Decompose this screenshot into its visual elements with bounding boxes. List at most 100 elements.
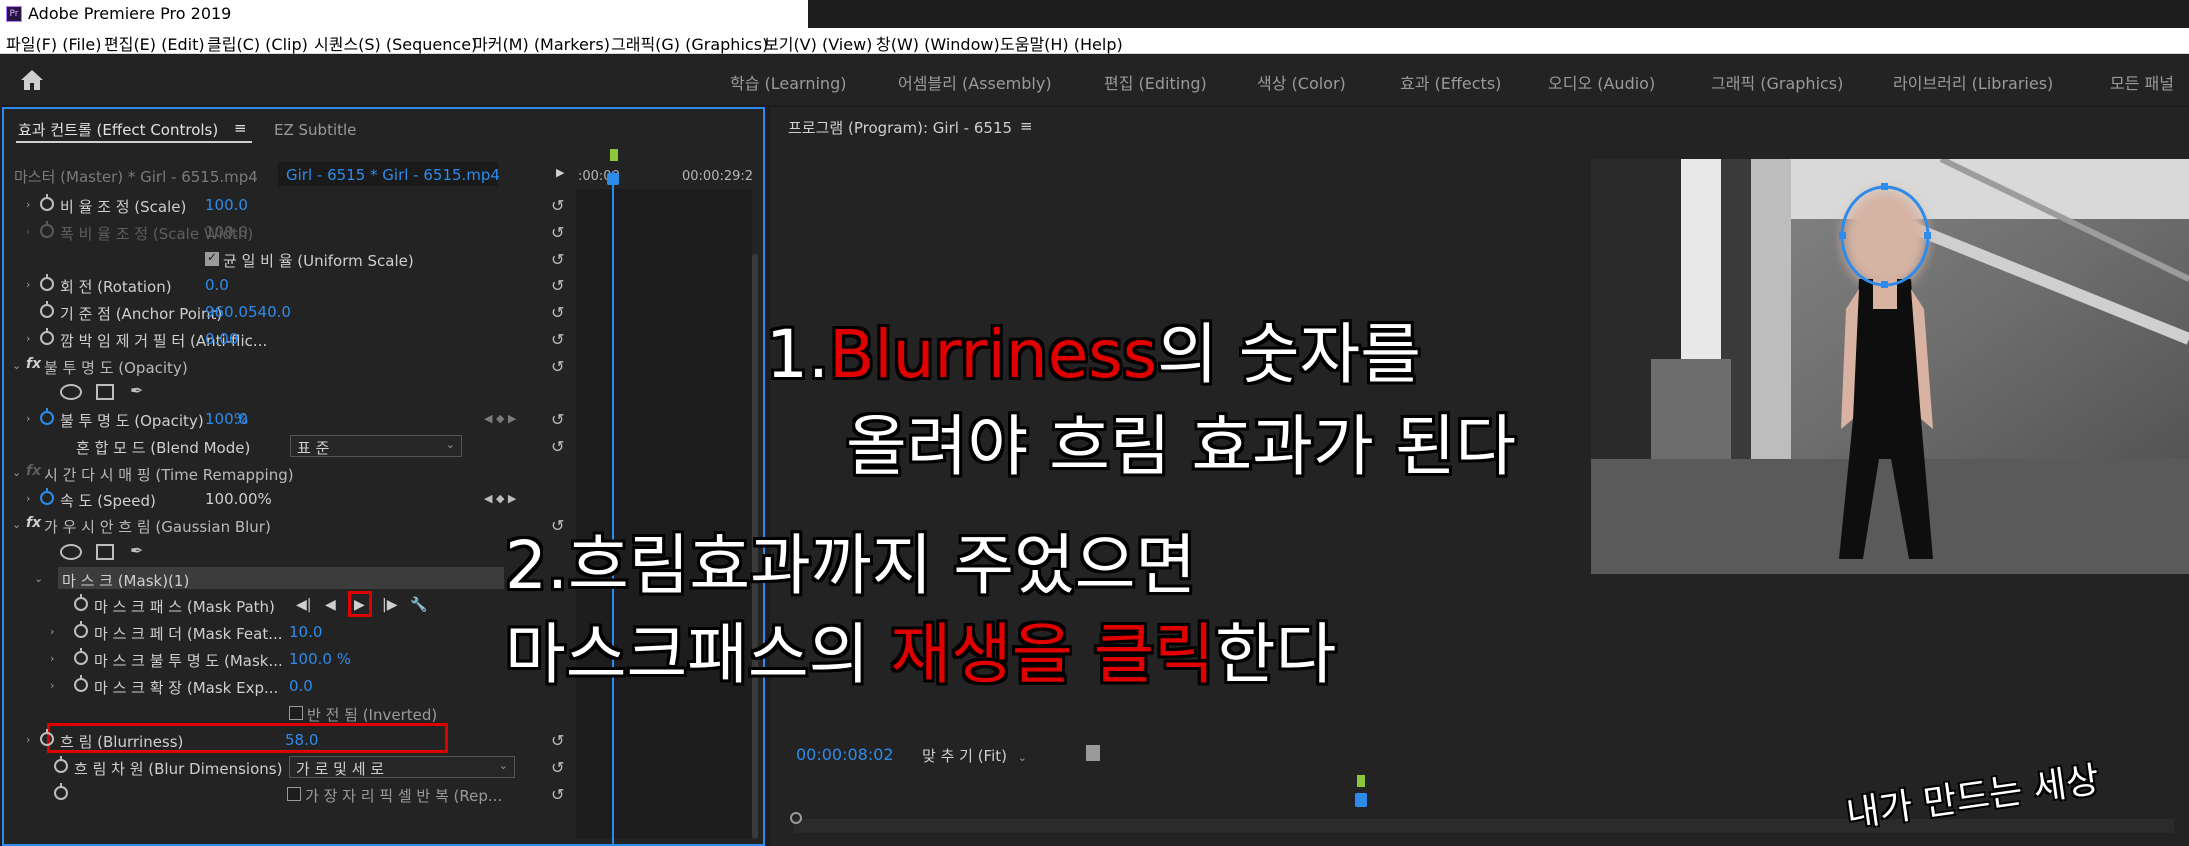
expand-arrow-icon[interactable]: › (26, 278, 30, 291)
reset-icon[interactable]: ↺ (551, 785, 564, 804)
workspace-editing[interactable]: 편집 (Editing) (1104, 70, 1207, 94)
anchor-y-value[interactable]: 540.0 (248, 303, 291, 321)
reset-icon[interactable]: ↺ (551, 758, 564, 777)
blur-dimensions-dropdown[interactable]: 가 로 및 세 로 ⌄ (289, 756, 515, 778)
workspace-color[interactable]: 색상 (Color) (1257, 70, 1346, 94)
panel-menu-icon[interactable]: ≡ (1020, 117, 1033, 135)
expand-arrow-icon[interactable]: › (26, 733, 30, 746)
menu-clip[interactable]: 클립(C) (Clip) (207, 31, 308, 55)
menu-window[interactable]: 창(W) (Window) (876, 31, 1000, 55)
menu-sequence[interactable]: 시퀀스(S) (Sequence) (314, 31, 477, 55)
uniform-scale-checkbox[interactable] (205, 250, 219, 266)
stopwatch-icon[interactable] (54, 783, 68, 800)
expand-arrow-icon[interactable]: › (26, 225, 30, 238)
rectangle-mask-icon[interactable] (96, 384, 114, 400)
menu-help[interactable]: 도움말(H) (Help) (1000, 31, 1123, 55)
fx-icon[interactable]: fx (26, 515, 41, 531)
repeat-edge-checkbox[interactable] (287, 787, 301, 801)
reset-icon[interactable]: ↺ (551, 303, 564, 322)
reset-icon[interactable]: ↺ (551, 330, 564, 349)
stopwatch-icon[interactable] (40, 729, 54, 746)
effect-timeline-area[interactable] (576, 189, 752, 839)
program-playhead[interactable] (1355, 793, 1367, 807)
reset-icon[interactable]: ↺ (551, 196, 564, 215)
antiflicker-value[interactable]: 0.00 (205, 330, 238, 348)
stopwatch-icon[interactable] (40, 301, 54, 318)
expand-arrow-icon[interactable]: › (26, 332, 30, 345)
blend-mode-dropdown[interactable]: 표 준 ⌄ (290, 435, 462, 457)
scale-value[interactable]: 100.0 (205, 196, 248, 214)
workspace-libraries[interactable]: 라이브러리 (Libraries) (1893, 70, 2053, 94)
menu-edit[interactable]: 편집(E) (Edit) (104, 31, 205, 55)
track-forward-icon[interactable]: |▶ (382, 597, 397, 613)
expand-arrow-icon[interactable]: › (26, 412, 30, 425)
expand-arrow-icon[interactable]: › (50, 652, 54, 665)
wrench-icon[interactable]: 🔧 (410, 597, 427, 613)
speed-value[interactable]: 100.00% (205, 490, 272, 508)
track-backward-icon[interactable]: ◀| (296, 597, 311, 613)
stopwatch-icon[interactable] (40, 221, 54, 238)
workspace-audio[interactable]: 오디오 (Audio) (1548, 70, 1655, 94)
mask-expansion-value[interactable]: 0.0 (289, 677, 313, 695)
ellipse-mask-icon[interactable] (60, 384, 82, 400)
stopwatch-icon[interactable] (74, 621, 88, 638)
workspace-all-panels[interactable]: 모든 패널 (2110, 70, 2174, 94)
menu-file[interactable]: 파일(F) (File) (6, 31, 101, 55)
collapse-arrow-icon[interactable]: ⌄ (12, 359, 21, 372)
add-marker-icon[interactable] (1086, 745, 1100, 761)
workspace-assembly[interactable]: 어셈블리 (Assembly) (898, 70, 1052, 94)
zoom-fit-dropdown[interactable]: 맞 추 기 (Fit) ⌄ (922, 745, 1027, 766)
stopwatch-icon[interactable] (54, 756, 68, 773)
play-only-icon[interactable]: ▶ (556, 166, 564, 179)
stopwatch-icon[interactable] (74, 675, 88, 692)
program-title[interactable]: 프로그램 (Program): Girl - 6515 (788, 117, 1012, 138)
stopwatch-icon[interactable] (40, 194, 54, 211)
reset-icon[interactable]: ↺ (551, 357, 564, 376)
collapse-arrow-icon[interactable]: ⌄ (34, 572, 43, 585)
home-icon[interactable] (20, 69, 44, 91)
keyframe-nav-icon[interactable]: ◀ ◆ ▶ (484, 412, 516, 425)
tab-effect-controls[interactable]: 효과 컨트롤 (Effect Controls) (18, 119, 218, 140)
expand-arrow-icon[interactable]: › (50, 625, 54, 638)
step-backward-icon[interactable]: ◀ (325, 597, 336, 613)
master-clip-label[interactable]: 마스터 (Master) * Girl - 6515.mp4 (14, 166, 258, 187)
panel-menu-icon[interactable]: ≡ (234, 119, 247, 137)
stopwatch-icon[interactable] (74, 594, 88, 611)
reset-icon[interactable]: ↺ (551, 276, 564, 295)
pen-mask-icon[interactable]: ✒ (130, 541, 143, 560)
anchor-x-value[interactable]: 960.0 (205, 303, 248, 321)
reset-icon[interactable]: ↺ (551, 223, 564, 242)
rotation-value[interactable]: 0.0 (205, 276, 229, 294)
stopwatch-icon[interactable] (40, 488, 54, 505)
fx-icon[interactable]: fx (26, 356, 41, 372)
video-frame[interactable] (1591, 159, 2189, 574)
sequence-clip-label[interactable]: Girl - 6515 * Girl - 6515.mp4 (286, 166, 500, 184)
ellipse-mask-icon[interactable] (60, 544, 82, 560)
mask-feather-value[interactable]: 10.0 (289, 623, 322, 641)
playhead-handle[interactable] (607, 173, 619, 185)
blurriness-value[interactable]: 58.0 (285, 731, 318, 749)
menu-view[interactable]: 보기(V) (View) (764, 31, 872, 55)
tab-ez-subtitle[interactable]: EZ Subtitle (274, 121, 356, 139)
stopwatch-icon[interactable] (40, 274, 54, 291)
stopwatch-icon[interactable] (40, 408, 54, 425)
fx-icon[interactable]: fx (26, 463, 41, 479)
mask-opacity-value[interactable]: 100.0 % (289, 650, 351, 668)
workspace-graphics[interactable]: 그래픽 (Graphics) (1711, 70, 1843, 94)
expand-arrow-icon[interactable]: › (26, 198, 30, 211)
expand-arrow-icon[interactable]: › (26, 492, 30, 505)
zoom-handle-left[interactable] (790, 812, 802, 824)
inverted-checkbox[interactable] (289, 706, 303, 720)
stopwatch-icon[interactable] (74, 648, 88, 665)
reset-icon[interactable]: ↺ (551, 250, 564, 269)
reset-icon[interactable]: ↺ (551, 731, 564, 750)
menu-graphics[interactable]: 그래픽(G) (Graphics) (611, 31, 768, 55)
reset-icon[interactable]: ↺ (551, 410, 564, 429)
reset-icon[interactable]: ↺ (551, 437, 564, 456)
menu-markers[interactable]: 마커(M) (Markers) (473, 31, 610, 55)
collapse-arrow-icon[interactable]: ⌄ (12, 518, 21, 531)
pen-mask-icon[interactable]: ✒ (130, 381, 143, 400)
expand-arrow-icon[interactable]: › (50, 679, 54, 692)
workspace-effects[interactable]: 효과 (Effects) (1400, 70, 1501, 94)
program-timecode[interactable]: 00:00:08:02 (796, 745, 894, 764)
